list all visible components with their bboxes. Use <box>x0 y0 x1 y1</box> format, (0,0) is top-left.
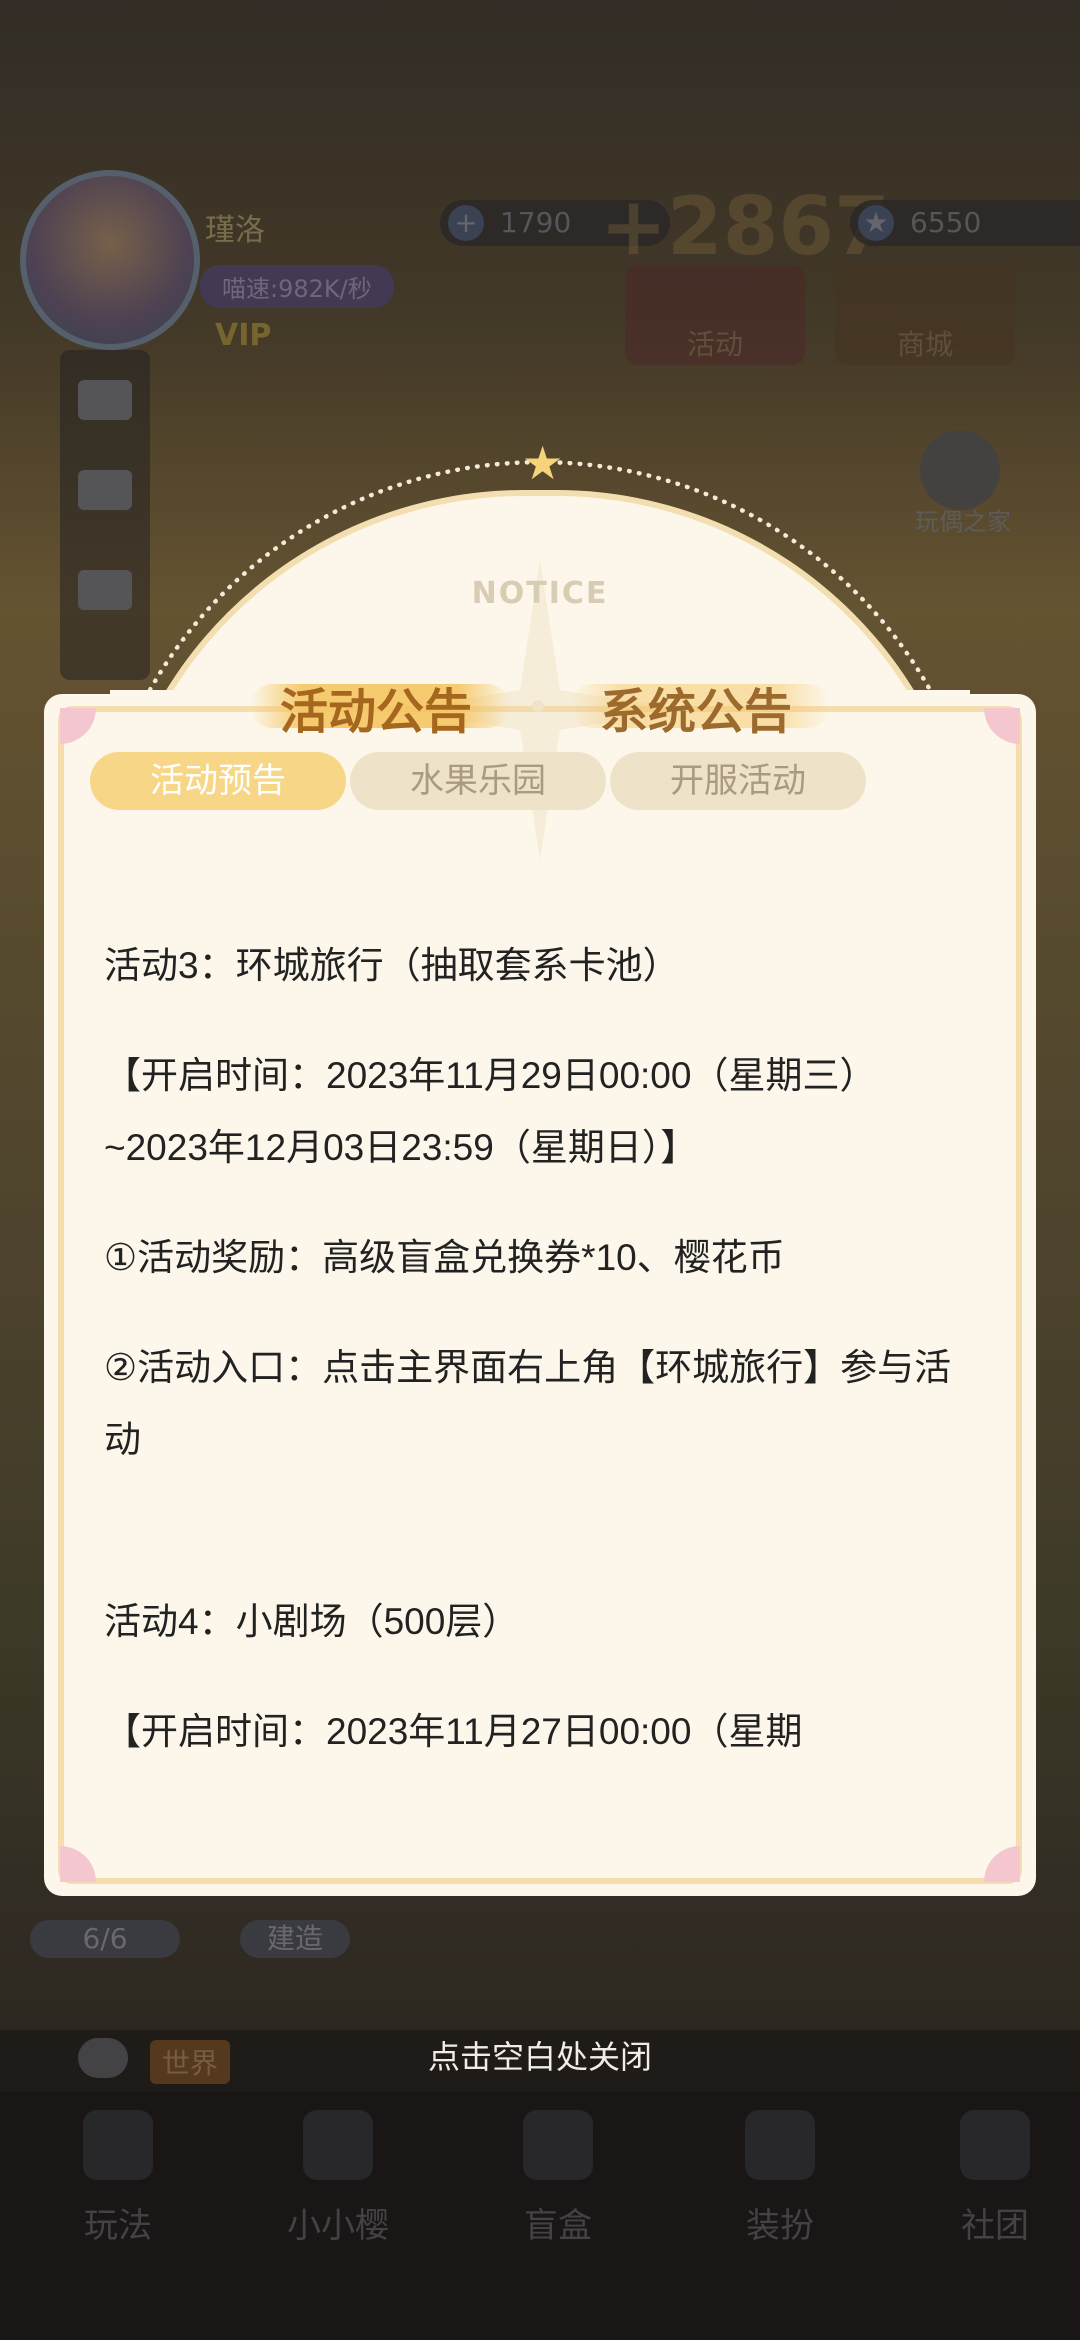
subtab-activity-preview[interactable]: 活动预告 <box>90 752 346 810</box>
subtab-server-launch[interactable]: 开服活动 <box>610 752 866 810</box>
paragraph: 活动4：小剧场（500层） <box>104 1601 520 1642</box>
paragraph: 【开启时间：2023年11月27日00:00（星期 <box>104 1711 803 1752</box>
tab-activity-announcement[interactable]: 活动公告 <box>250 672 510 742</box>
tab-label: 活动公告 <box>280 684 473 740</box>
tab-label: 系统公告 <box>600 684 793 740</box>
tab-system-announcement[interactable]: 系统公告 <box>570 672 830 742</box>
paragraph: 【开启时间：2023年11月29日00:00（星期三）~2023年12月03日2… <box>104 1055 877 1168</box>
star-icon: ★ <box>522 436 564 490</box>
paragraph: ②活动入口：点击主界面右上角【环城旅行】参与活动 <box>104 1347 952 1460</box>
tab-separator-dot <box>532 700 544 712</box>
subtab-fruit-park[interactable]: 水果乐园 <box>350 752 606 810</box>
paragraph: ①活动奖励：高级盲盒兑换券*10、樱花币 <box>104 1237 785 1278</box>
announcement-content[interactable]: 活动3：环城旅行（抽取套系卡池） 【开启时间：2023年11月29日00:00（… <box>104 930 974 1768</box>
paragraph: 活动3：环城旅行（抽取套系卡池） <box>104 945 680 986</box>
close-hint[interactable]: 点击空白处关闭 <box>0 2032 1080 2078</box>
notice-label: NOTICE <box>471 576 609 611</box>
